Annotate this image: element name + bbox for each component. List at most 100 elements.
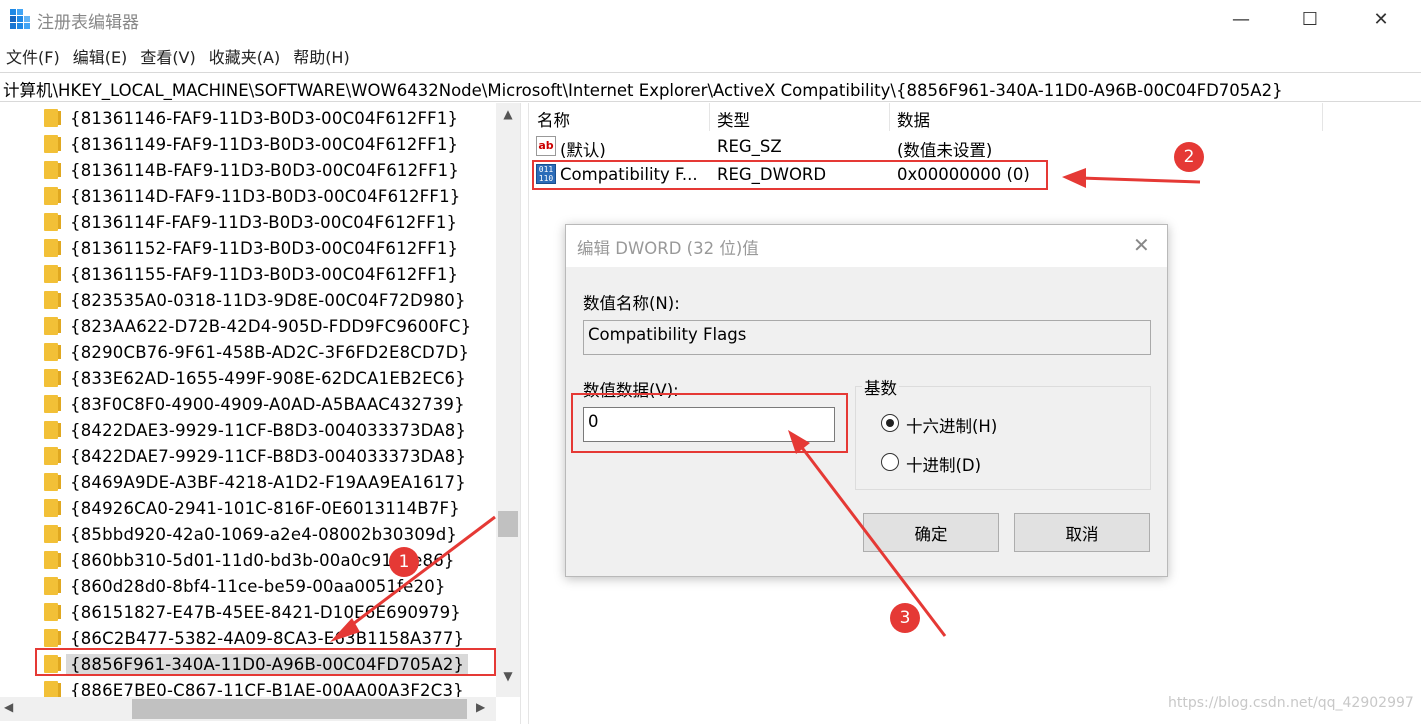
menu-bar: 文件(F) 编辑(E) 查看(V) 收藏夹(A) 帮助(H)	[0, 41, 357, 69]
tree-item[interactable]: {833E62AD-1655-499F-908E-62DCA1EB2EC6}	[44, 365, 466, 391]
tree-vertical-scrollbar[interactable]: ▲ ▼	[496, 103, 520, 697]
tree-item[interactable]: {8469A9DE-A3BF-4218-A1D2-F19AA9EA1617}	[44, 469, 466, 495]
base-label: 基数	[862, 375, 899, 399]
key-tree: {81361146-FAF9-11D3-B0D3-00C04F612FF1} {8…	[0, 103, 521, 724]
tree-item[interactable]: {84926CA0-2941-101C-816F-0E6013114B7F}	[44, 495, 460, 521]
folder-icon	[44, 577, 61, 595]
hex-radio-label[interactable]: 十六进制(H)	[906, 413, 997, 437]
tree-item[interactable]: {8422DAE3-9929-11CF-B8D3-004033373DA8}	[44, 417, 466, 443]
tree-item[interactable]: {81361146-FAF9-11D3-B0D3-00C04F612FF1}	[44, 105, 458, 131]
folder-icon	[44, 291, 61, 309]
menu-edit[interactable]: 编辑(E)	[67, 41, 135, 69]
decimal-radio-label[interactable]: 十进制(D)	[906, 452, 981, 476]
scroll-up-icon[interactable]: ▲	[496, 107, 520, 125]
highlight-selected-key	[35, 648, 496, 676]
folder-icon	[44, 187, 61, 205]
tree-item[interactable]: {823AA622-D72B-42D4-905D-FDD9FC9600FC}	[44, 313, 471, 339]
tree-item[interactable]: {83F0C8F0-4900-4909-A0AD-A5BAAC432739}	[44, 391, 465, 417]
base-groupbox	[855, 386, 1151, 490]
folder-icon	[44, 265, 61, 283]
tree-item[interactable]: {823535A0-0318-11D3-9D8E-00C04F72D980}	[44, 287, 466, 313]
column-divider[interactable]	[889, 103, 890, 131]
string-value-icon: ab	[536, 136, 556, 156]
tree-item-label: {8136114B-FAF9-11D3-B0D3-00C04F612FF1}	[70, 160, 460, 180]
tree-item[interactable]: {8422DAE7-9929-11CF-B8D3-004033373DA8}	[44, 443, 466, 469]
tree-item-label: {86C2B477-5382-4A09-8CA3-E63B1158A377}	[70, 628, 465, 648]
tree-item-label: {85bbd920-42a0-1069-a2e4-08002b30309d}	[70, 524, 458, 544]
column-divider[interactable]	[709, 103, 710, 131]
tree-item[interactable]: {85bbd920-42a0-1069-a2e4-08002b30309d}	[44, 521, 457, 547]
value-data: (数值未设置)	[897, 141, 993, 160]
tree-item-label: {86151827-E47B-45EE-8421-D10E6E690979}	[70, 602, 462, 622]
folder-icon	[44, 525, 61, 543]
folder-icon	[44, 473, 61, 491]
column-divider[interactable]	[1322, 103, 1323, 131]
menu-favorites[interactable]: 收藏夹(A)	[203, 41, 287, 69]
tree-item[interactable]: {8136114B-FAF9-11D3-B0D3-00C04F612FF1}	[44, 157, 459, 183]
scroll-down-icon[interactable]: ▼	[496, 669, 520, 687]
tree-item-label: {8136114F-FAF9-11D3-B0D3-00C04F612FF1}	[70, 212, 458, 232]
scroll-left-icon[interactable]: ◀	[4, 700, 13, 714]
menu-help[interactable]: 帮助(H)	[287, 41, 357, 69]
dialog-close-icon[interactable]: ✕	[1133, 233, 1150, 257]
folder-icon	[44, 499, 61, 517]
address-bar[interactable]: 计算机\HKEY_LOCAL_MACHINE\SOFTWARE\WOW6432N…	[0, 72, 1421, 102]
scroll-right-icon[interactable]: ▶	[476, 700, 485, 714]
folder-icon	[44, 421, 61, 439]
tree-item-label: {8422DAE3-9929-11CF-B8D3-004033373DA8}	[70, 420, 467, 440]
close-button[interactable]: ✕	[1346, 0, 1416, 38]
tree-item-label: {8469A9DE-A3BF-4218-A1D2-F19AA9EA1617}	[70, 472, 466, 492]
tree-item[interactable]: {86151827-E47B-45EE-8421-D10E6E690979}	[44, 599, 461, 625]
tree-item-label: {860d28d0-8bf4-11ce-be59-00aa0051fe20}	[70, 576, 446, 596]
value-name: (默认)	[560, 141, 606, 160]
tree-item-label: {81361146-FAF9-11D3-B0D3-00C04F612FF1}	[70, 108, 459, 128]
value-name-field: Compatibility Flags	[583, 320, 1151, 355]
tree-item-label: {823535A0-0318-11D3-9D8E-00C04F72D980}	[70, 290, 466, 310]
column-header-name[interactable]: 名称	[537, 107, 570, 133]
tree-item-label: {8290CB76-9F61-458B-AD2C-3F6FD2E8CD7D}	[70, 342, 470, 362]
annotation-badge-1: 1	[389, 547, 419, 577]
tree-item-label: {833E62AD-1655-499F-908E-62DCA1EB2EC6}	[70, 368, 466, 388]
folder-icon	[44, 239, 61, 257]
scroll-thumb-horizontal[interactable]	[132, 699, 467, 719]
folder-icon	[44, 343, 61, 361]
column-header-data[interactable]: 数据	[897, 107, 930, 133]
watermark: https://blog.csdn.net/qq_42902997	[1168, 695, 1414, 711]
ok-button[interactable]: 确定	[863, 513, 999, 552]
menu-view[interactable]: 查看(V)	[134, 41, 202, 69]
title-bar: 注册表编辑器 — ☐ ✕	[0, 0, 1421, 38]
scroll-thumb[interactable]	[498, 511, 518, 537]
tree-item[interactable]: {81361149-FAF9-11D3-B0D3-00C04F612FF1}	[44, 131, 458, 157]
tree-item[interactable]: {81361152-FAF9-11D3-B0D3-00C04F612FF1}	[44, 235, 458, 261]
value-type: REG_SZ	[717, 137, 782, 156]
annotation-badge-3: 3	[890, 603, 920, 633]
folder-icon	[44, 447, 61, 465]
decimal-radio[interactable]	[881, 453, 899, 471]
folder-icon	[44, 109, 61, 127]
maximize-button[interactable]: ☐	[1275, 0, 1345, 38]
folder-icon	[44, 317, 61, 335]
list-row[interactable]: ab (默认) REG_SZ (数值未设置)	[529, 134, 1421, 160]
tree-item-label: {823AA622-D72B-42D4-905D-FDD9FC9600FC}	[70, 316, 472, 336]
hex-radio[interactable]	[881, 414, 899, 432]
tree-item[interactable]: {8136114F-FAF9-11D3-B0D3-00C04F612FF1}	[44, 209, 457, 235]
tree-item[interactable]: {8290CB76-9F61-458B-AD2C-3F6FD2E8CD7D}	[44, 339, 469, 365]
tree-item-label: {84926CA0-2941-101C-816F-0E6013114B7F}	[70, 498, 460, 518]
minimize-button[interactable]: —	[1206, 0, 1276, 38]
tree-item-label: {8422DAE7-9929-11CF-B8D3-004033373DA8}	[70, 446, 467, 466]
highlight-value-data	[571, 393, 848, 453]
cancel-button[interactable]: 取消	[1014, 513, 1150, 552]
registry-editor-icon	[10, 9, 30, 29]
tree-item[interactable]: {81361155-FAF9-11D3-B0D3-00C04F612FF1}	[44, 261, 458, 287]
dialog-title: 编辑 DWORD (32 位)值	[577, 239, 759, 258]
folder-icon	[44, 629, 61, 647]
tree-item-label: {81361155-FAF9-11D3-B0D3-00C04F612FF1}	[70, 264, 459, 284]
folder-icon	[44, 395, 61, 413]
tree-item[interactable]: {860d28d0-8bf4-11ce-be59-00aa0051fe20}	[44, 573, 446, 599]
folder-icon	[44, 213, 61, 231]
column-header-type[interactable]: 类型	[717, 107, 750, 133]
tree-horizontal-scrollbar[interactable]: ◀ ▶	[0, 697, 496, 721]
menu-file[interactable]: 文件(F)	[0, 41, 67, 69]
tree-item[interactable]: {8136114D-FAF9-11D3-B0D3-00C04F612FF1}	[44, 183, 460, 209]
tree-item-label: {8136114D-FAF9-11D3-B0D3-00C04F612FF1}	[70, 186, 461, 206]
